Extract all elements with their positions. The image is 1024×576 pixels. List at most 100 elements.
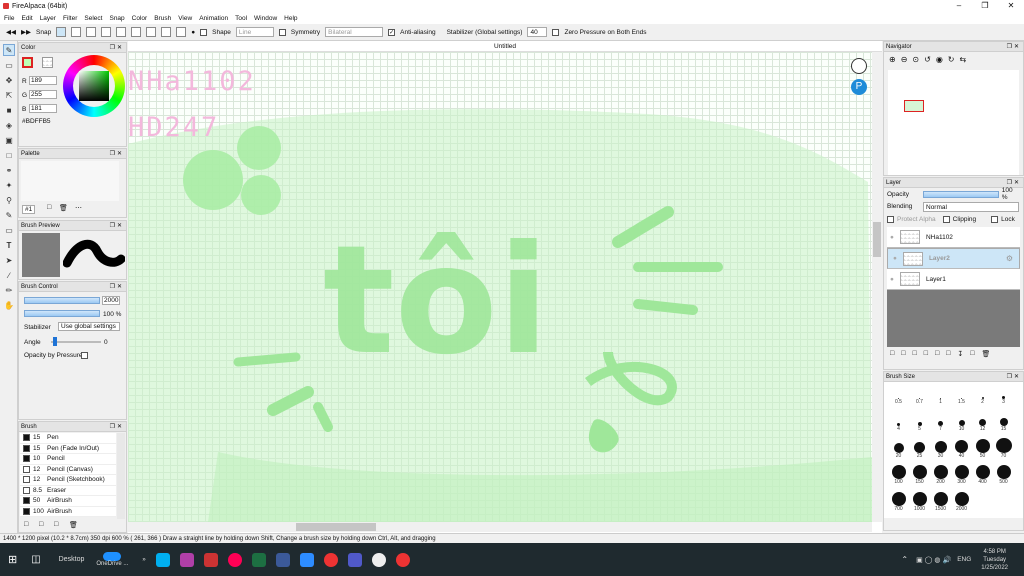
panel-controls-icon[interactable]: ❐✕	[110, 283, 124, 290]
panel-controls-icon[interactable]: ❐✕	[110, 44, 124, 51]
sub-color-swatch[interactable]	[42, 57, 53, 68]
brush-size-option[interactable]: 1	[930, 384, 951, 405]
protect-alpha-checkbox[interactable]	[887, 216, 894, 223]
panel-controls-icon[interactable]: ❐✕	[110, 423, 124, 430]
app-icon[interactable]	[275, 552, 290, 567]
fill-tool-icon[interactable]: ■	[3, 104, 15, 116]
brush-item[interactable]: 15 Pen (Fade In/Out)	[20, 443, 116, 454]
brush-item[interactable]: 12 Pencil (Canvas)	[20, 464, 116, 475]
brush-size-option[interactable]: 10	[951, 411, 972, 432]
brush-size-option[interactable]: 3	[993, 384, 1014, 405]
new-1bit-layer-icon[interactable]: □	[912, 350, 916, 358]
brush-size-option[interactable]: 500	[993, 464, 1014, 485]
palette-menu-icon[interactable]: ⋯	[75, 204, 82, 212]
rotate-reset-icon[interactable]: ◉	[936, 55, 943, 65]
document-tab[interactable]: Untitled	[128, 41, 882, 52]
new-8bit-layer-icon[interactable]: □	[901, 350, 905, 358]
brush-size-option[interactable]: 4	[888, 411, 909, 432]
snap-curve-icon[interactable]	[161, 27, 172, 37]
horizontal-scrollbar[interactable]	[128, 522, 872, 532]
move-tool-icon[interactable]: ✥	[3, 74, 15, 86]
brush-size-option[interactable]: 40	[951, 438, 972, 459]
stabilizer-select[interactable]: Use global settings	[58, 322, 120, 331]
panel-controls-icon[interactable]: ❐✕	[110, 222, 124, 229]
brush-size-option[interactable]: 2	[972, 384, 993, 405]
lock-checkbox[interactable]	[991, 216, 999, 223]
brush-size-slider[interactable]	[24, 297, 100, 304]
angle-slider-thumb[interactable]	[53, 337, 57, 346]
brush-duplicate-icon[interactable]: □	[54, 521, 58, 528]
clock[interactable]: 4:58 PM Tuesday 1/25/2022	[981, 548, 1008, 572]
snap-radial-icon[interactable]	[131, 27, 142, 37]
brush-size-input[interactable]: 2000	[102, 296, 121, 305]
brush-size-option[interactable]: 0.7	[909, 384, 930, 405]
select-pen-tool-icon[interactable]: ✎	[3, 209, 15, 221]
select-eraser-tool-icon[interactable]: ▭	[3, 224, 15, 236]
brush-item[interactable]: 15 Pen	[20, 433, 116, 444]
menu-help[interactable]: Help	[284, 15, 297, 22]
transform-tool-icon[interactable]: ⇱	[3, 89, 15, 101]
angle-slider[interactable]	[51, 341, 101, 343]
brush-size-option[interactable]: 150	[909, 464, 930, 485]
brush-size-option[interactable]: 5	[909, 411, 930, 432]
layer-row[interactable]: ● Layer2 ⚙	[887, 248, 1020, 269]
r-input[interactable]: 189	[29, 76, 57, 85]
brush-item[interactable]: 12 Pencil (Sketchbook)	[20, 475, 116, 486]
layer-row[interactable]: ● Layer1	[887, 269, 1020, 290]
tray-chevron-icon[interactable]: ⌃	[901, 555, 908, 564]
zero-pressure-checkbox[interactable]	[552, 28, 560, 36]
navigator-preview[interactable]	[888, 70, 1019, 175]
brush-item[interactable]: 8.5 Eraser	[20, 485, 116, 496]
merge-down-icon[interactable]: ↧	[957, 350, 963, 358]
menu-window[interactable]: Window	[254, 15, 277, 22]
teams-icon[interactable]	[347, 552, 362, 567]
palette-number-select[interactable]: #1	[22, 205, 36, 214]
firealpaca-icon[interactable]	[371, 552, 386, 567]
next-icon[interactable]: ▶▶	[21, 28, 31, 36]
brush-size-option[interactable]: 50	[972, 438, 993, 459]
menu-snap[interactable]: Snap	[109, 15, 124, 22]
windows-start-icon[interactable]: ⊞	[8, 553, 17, 566]
rotate-left-icon[interactable]: ↺	[924, 55, 931, 65]
symmetry-select[interactable]: Bilateral	[325, 27, 384, 37]
gradation-tool-icon[interactable]: ▣	[3, 134, 15, 146]
brush-size-option[interactable]: 15	[993, 411, 1014, 432]
chrome-profile-icon[interactable]	[395, 552, 410, 567]
brush-size-option[interactable]: 70	[993, 437, 1014, 459]
zoom-fit-icon[interactable]: ⊙	[912, 55, 919, 65]
patreon-icon[interactable]: P	[851, 79, 867, 95]
brush-size-option[interactable]: 1500	[930, 491, 951, 512]
menu-tool[interactable]: Tool	[235, 15, 247, 22]
operation-tool-icon[interactable]: ➤	[3, 254, 15, 266]
language-indicator[interactable]: ENG	[957, 556, 971, 563]
flip-icon[interactable]: ⇆	[960, 55, 967, 65]
menu-view[interactable]: View	[178, 15, 192, 22]
brush-size-option[interactable]: 1.5	[951, 384, 972, 405]
color-wheel[interactable]	[63, 55, 125, 117]
brush-size-option[interactable]: 400	[972, 464, 993, 485]
app-icon[interactable]	[179, 552, 194, 567]
snap-vanishing-icon[interactable]	[116, 27, 127, 37]
b-input[interactable]: 181	[29, 104, 57, 113]
brush-size-option[interactable]: 12	[972, 411, 993, 432]
excel-icon[interactable]	[251, 552, 266, 567]
tray-icons[interactable]: ▣ ◯ ◍ 🔊	[916, 556, 951, 564]
brush-size-option[interactable]: 0.5	[888, 384, 909, 405]
snap-settings-icon[interactable]	[176, 27, 187, 37]
maximize-button[interactable]: ❐	[972, 0, 998, 12]
brush-item[interactable]: 10 Pencil	[20, 454, 116, 465]
saturation-square[interactable]	[79, 71, 109, 101]
brush-item[interactable]: 50 AirBrush	[20, 496, 116, 507]
menu-file[interactable]: File	[4, 15, 14, 22]
bucket-tool-icon[interactable]: ◈	[3, 119, 15, 131]
menu-brush[interactable]: Brush	[154, 15, 171, 22]
palette-new-icon[interactable]: □	[47, 204, 51, 211]
layer-settings-gear-icon[interactable]: ⚙	[1006, 254, 1013, 263]
palette-swatch-area[interactable]	[21, 161, 119, 201]
clear-layer-icon[interactable]: □	[970, 350, 974, 358]
visibility-eye-icon[interactable]: ●	[893, 254, 897, 263]
skype-icon[interactable]	[155, 552, 170, 567]
eraser-tool-icon[interactable]: ▭	[3, 59, 15, 71]
pen-tool-icon[interactable]: ✎	[3, 44, 15, 56]
zoom-out-icon[interactable]: ⊖	[901, 55, 908, 65]
